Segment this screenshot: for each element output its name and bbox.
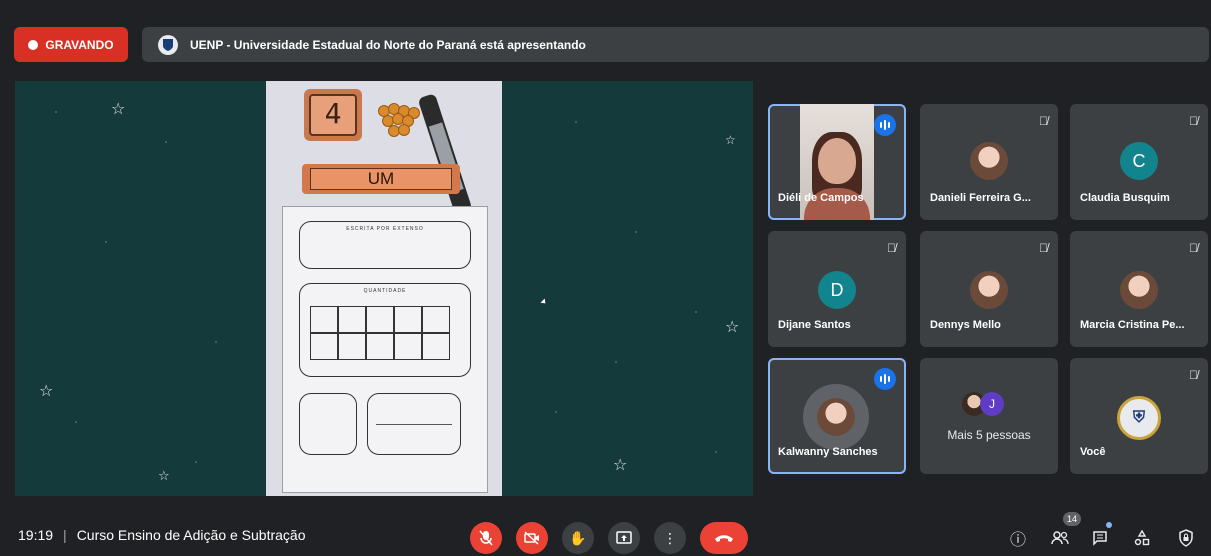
recording-label: GRAVANDO [45,37,114,52]
participant-tile-marcia[interactable]: 🎙̸ Marcia Cristina Pe... [1070,231,1208,347]
participant-name: Você [1080,446,1106,458]
chat-notification-dot [1106,522,1112,528]
shield-lock-icon [1179,529,1193,547]
avatar: D [818,271,856,309]
participant-name: Kalwanny Sanches [778,446,878,458]
mic-off-icon: 🎙̸ [1189,368,1198,382]
participant-tile-dieli[interactable]: Diéli de Campos [768,104,906,220]
box-title: ESCRITA POR EXTENSO [346,226,424,232]
host-controls-button[interactable] [1174,526,1198,550]
more-people-label: Mais 5 pessoas [947,428,1031,442]
presenting-text: UENP - Universidade Estadual do Norte do… [190,37,586,52]
recording-badge[interactable]: GRAVANDO [14,27,128,62]
leave-call-button[interactable] [700,522,748,554]
recording-dot-icon [28,39,39,50]
ten-frame-grid [310,306,450,360]
avatar [970,142,1008,180]
participant-name: Marcia Cristina Pe... [1080,319,1185,331]
mic-off-icon: 🎙̸ [1189,241,1198,255]
info-icon: ⓘ [1009,532,1026,549]
participant-tile-claudia[interactable]: 🎙̸ C Claudia Busquim [1070,104,1208,220]
people-icon [1051,531,1069,545]
number-card: 4 [304,89,362,141]
meeting-details: 19:19 | Curso Ensino de Adição e Subtraç… [18,527,306,543]
participant-name: Dennys Mello [930,319,1001,331]
grouped-avatars: J [962,392,1018,416]
presentation-stage: ☆ ☆ ☆ ☆ ☆ ☆ 4 UM ESCRITA POR EXTENSO QUA… [15,81,753,496]
mic-off-icon: 🎙̸ [1039,241,1048,255]
separator: | [63,527,67,543]
activities-icon [1134,530,1150,546]
more-options-button[interactable]: ⋮ [654,522,686,554]
chat-button[interactable] [1088,526,1112,550]
avatar [1120,271,1158,309]
participants-button[interactable] [1048,526,1072,550]
worksheet-paper: ESCRITA POR EXTENSO QUANTIDADE [282,206,488,493]
avatar [970,271,1008,309]
meeting-info-button[interactable]: ⓘ [1006,526,1030,550]
avatar: C [1120,142,1158,180]
star-icon: ☆ [39,383,54,400]
counting-beads [376,101,424,137]
participant-tile-danieli[interactable]: 🎙̸ Danieli Ferreira G... [920,104,1058,220]
more-people-tile[interactable]: J Mais 5 pessoas [920,358,1058,474]
present-icon [616,531,632,544]
participant-name: Danieli Ferreira G... [930,192,1031,204]
meeting-title: Curso Ensino de Adição e Subtração [76,527,306,543]
shared-worksheet: 4 UM ESCRITA POR EXTENSO QUANTIDADE [266,81,502,496]
camera-toggle-button[interactable] [516,522,548,554]
presenter-avatar-icon [158,34,178,55]
participant-count-badge: 14 [1063,512,1081,526]
participant-tile-kalwanny[interactable]: Kalwanny Sanches [768,358,906,474]
self-tile[interactable]: 🎙̸ ⛨ Você [1070,358,1208,474]
marker-pen [417,93,473,215]
clock: 19:19 [18,527,54,543]
mic-toggle-button[interactable] [470,522,502,554]
mic-off-icon: 🎙̸ [1189,114,1198,128]
avatar-ring [803,384,869,450]
more-vert-icon: ⋮ [663,529,677,546]
star-icon: ☆ [725,319,740,336]
camera-off-icon [524,531,539,545]
hand-icon: ✋ [569,529,587,546]
star-icon: ☆ [725,133,736,147]
presenting-banner: UENP - Universidade Estadual do Norte do… [142,27,1209,62]
box-title: QUANTIDADE [363,288,407,294]
present-screen-button[interactable] [608,522,640,554]
star-icon: ☆ [111,101,126,118]
chat-icon [1093,531,1107,546]
participant-tile-dijane[interactable]: 🎙̸ D Dijane Santos [768,231,906,347]
hang-up-icon [715,535,733,542]
mic-off-icon: 🎙̸ [1039,114,1048,128]
speaking-indicator-icon [874,114,896,136]
mic-off-icon: 🎙̸ [887,241,896,255]
raise-hand-button[interactable]: ✋ [562,522,594,554]
star-icon: ☆ [613,457,628,474]
participant-name: Diéli de Campos [778,192,864,204]
mic-off-icon [479,530,493,546]
word-card: UM [302,164,460,194]
star-icon: ☆ [158,468,170,483]
avatar [817,398,855,436]
activities-button[interactable] [1130,526,1154,550]
participant-name: Dijane Santos [778,319,851,331]
speaking-indicator-icon [874,368,896,390]
avatar: ⛨ [1117,396,1161,440]
participant-tile-dennys[interactable]: 🎙̸ Dennys Mello [920,231,1058,347]
participant-name: Claudia Busquim [1080,192,1170,204]
